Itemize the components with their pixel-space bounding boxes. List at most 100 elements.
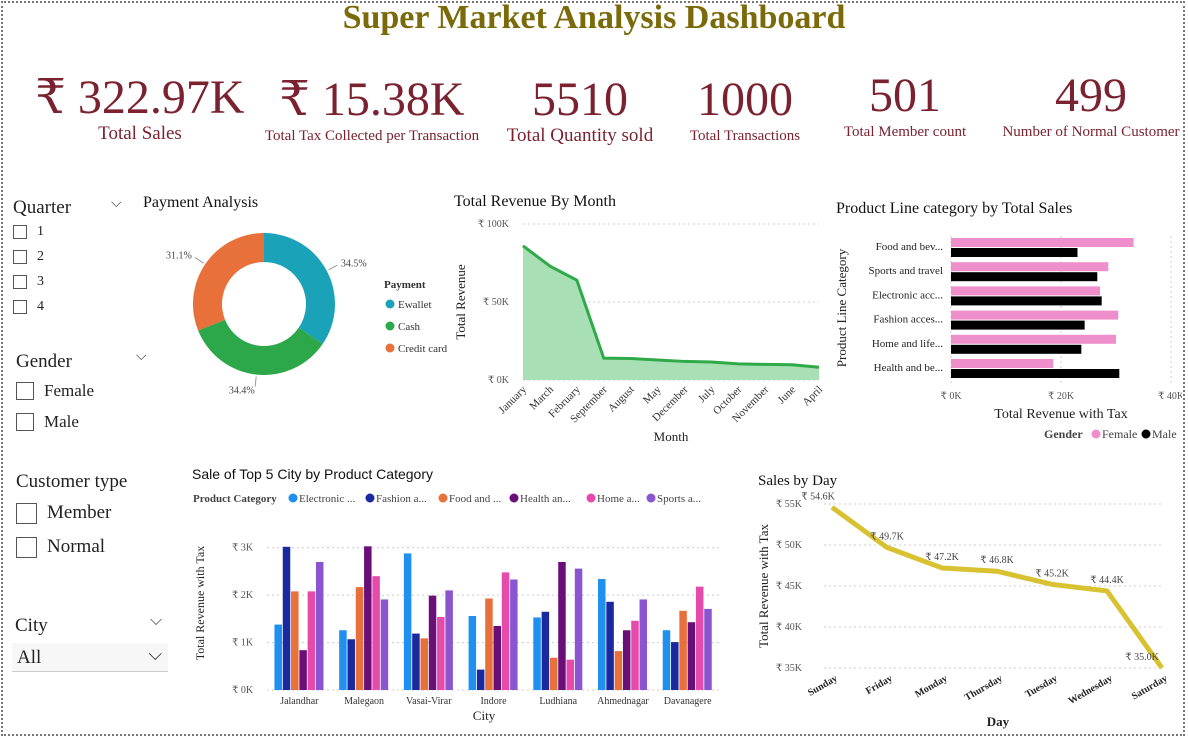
kpi-value: 499 bbox=[1055, 69, 1127, 122]
x-tick-label: Indore bbox=[480, 696, 507, 707]
kpi-total-tax: ₹ 15.38K Total Tax Collected per Transac… bbox=[262, 74, 482, 146]
legend-label: Health an... bbox=[520, 493, 571, 505]
bar bbox=[598, 579, 606, 690]
x-tick-label: Jalandhar bbox=[280, 696, 319, 707]
city-dropdown[interactable]: All ⌵ bbox=[12, 643, 168, 672]
option-label: Normal bbox=[47, 536, 106, 557]
bar bbox=[566, 659, 575, 690]
bar bbox=[951, 296, 1102, 306]
data-label: ₹ 49.7K bbox=[870, 531, 904, 542]
bar bbox=[541, 611, 550, 690]
bar bbox=[339, 630, 347, 690]
quarter-option[interactable]: 1 bbox=[13, 224, 44, 240]
checkbox[interactable] bbox=[16, 413, 34, 431]
data-label: ₹ 47.2K bbox=[925, 552, 959, 563]
y-tick-label: ₹ 50K bbox=[776, 540, 803, 551]
x-tick-label: Friday bbox=[864, 673, 895, 697]
bar bbox=[951, 262, 1109, 272]
bar bbox=[951, 320, 1085, 330]
bar bbox=[558, 561, 566, 690]
x-tick-label: ₹ 0K bbox=[940, 391, 962, 402]
customer-type-option-normal[interactable]: Normal bbox=[16, 536, 105, 558]
bar bbox=[372, 576, 380, 690]
y-axis-title: Total Revenue with Tax bbox=[756, 524, 771, 648]
y-tick-label: ₹ 0K bbox=[488, 375, 510, 386]
checkbox[interactable] bbox=[13, 250, 27, 264]
bar bbox=[614, 651, 623, 690]
legend-title: Gender bbox=[1044, 427, 1083, 441]
kpi-total-sales: ₹ 322.97K Total Sales bbox=[30, 72, 250, 144]
legend-label: Ewallet bbox=[398, 299, 432, 311]
legend-marker bbox=[385, 321, 395, 331]
bar bbox=[355, 587, 364, 690]
bar bbox=[307, 591, 316, 690]
y-tick-label: ₹ 1K bbox=[232, 638, 254, 649]
x-tick-label: April bbox=[800, 384, 825, 409]
x-tick-label: January bbox=[496, 383, 529, 416]
kpi-label: Number of Normal Customer bbox=[1002, 124, 1180, 140]
x-tick-label: ₹ 40K bbox=[1158, 391, 1182, 402]
checkbox[interactable] bbox=[16, 536, 37, 558]
option-label: Member bbox=[47, 502, 112, 523]
y-tick-label: Electronic acc... bbox=[872, 289, 943, 301]
bar bbox=[299, 650, 307, 690]
legend-marker bbox=[1091, 429, 1101, 439]
kpi-total-transactions: 1000 Total Transactions bbox=[670, 74, 820, 146]
bar bbox=[485, 598, 493, 690]
x-tick-label: Monday bbox=[913, 673, 949, 700]
customer-type-slicer-title: Customer type bbox=[16, 471, 128, 492]
kpi-normal-customers: 499 Number of Normal Customer bbox=[996, 70, 1186, 142]
y-axis-title: Total Revenue bbox=[453, 264, 468, 339]
checkbox[interactable] bbox=[13, 275, 27, 289]
gender-option-female[interactable]: Female bbox=[16, 381, 94, 401]
day-line-chart: ₹ 35K ₹ 40K ₹ 45K ₹ 50K ₹ 55K₹ 54.6K ₹ 49.7K ₹… bbox=[756, 491, 1170, 729]
bar bbox=[364, 546, 372, 690]
checkbox[interactable] bbox=[13, 225, 27, 239]
slice-data-label: 34.4% bbox=[229, 386, 255, 397]
kpi-label: Total Transactions bbox=[689, 128, 801, 144]
y-tick-label: Sports and travel bbox=[868, 265, 943, 277]
quarter-option[interactable]: 2 bbox=[13, 249, 44, 265]
bar bbox=[493, 625, 501, 690]
bar bbox=[695, 586, 704, 690]
bar bbox=[631, 620, 639, 690]
y-tick-label: ₹ 50K bbox=[483, 297, 510, 308]
city-slicer-title: City bbox=[15, 615, 48, 636]
chevron-down-icon[interactable]: ⌵ bbox=[150, 612, 162, 630]
legend-label: Home a... bbox=[597, 493, 640, 505]
option-label: 2 bbox=[37, 249, 44, 264]
bar bbox=[315, 561, 324, 690]
gender-slicer-title: Gender bbox=[16, 351, 72, 372]
legend-label: Sports a... bbox=[657, 493, 701, 505]
legend-marker bbox=[385, 343, 395, 353]
slice-data-label: 34.5% bbox=[341, 258, 367, 269]
kpi-member-count: 501 Total Member count bbox=[830, 70, 980, 142]
y-tick-label: Fashion acces... bbox=[873, 314, 943, 326]
option-label: Female bbox=[44, 381, 95, 400]
x-axis-title: Total Revenue with Tax bbox=[994, 407, 1127, 422]
bar bbox=[274, 624, 282, 690]
checkbox[interactable] bbox=[13, 300, 27, 314]
bar bbox=[951, 359, 1054, 368]
legend-label: Male bbox=[1152, 427, 1177, 441]
x-tick-label: Davanagere bbox=[664, 696, 712, 707]
y-tick-label: ₹ 40K bbox=[776, 622, 803, 633]
legend-label: Credit card bbox=[398, 343, 448, 355]
checkbox[interactable] bbox=[16, 502, 37, 524]
bar bbox=[574, 568, 583, 690]
chevron-down-icon[interactable]: ⌵ bbox=[111, 196, 122, 212]
quarter-option[interactable]: 4 bbox=[13, 299, 44, 315]
gender-option-male[interactable]: Male bbox=[16, 412, 79, 432]
customer-type-option-member[interactable]: Member bbox=[16, 502, 111, 524]
legend-label: Fashion a... bbox=[376, 493, 427, 505]
x-tick-label: ₹ 20K bbox=[1048, 391, 1075, 402]
product-line-chart-title: Product Line category by Total Sales bbox=[836, 200, 1073, 217]
data-label: ₹ 44.4K bbox=[1090, 575, 1124, 586]
x-tick-label: Thursday bbox=[963, 673, 1005, 703]
slice-leader-line bbox=[328, 264, 338, 271]
quarter-option[interactable]: 3 bbox=[13, 274, 44, 290]
y-tick-label: Health and be... bbox=[874, 362, 944, 374]
data-label: ₹ 46.8K bbox=[980, 555, 1014, 566]
data-label: ₹ 35.0K bbox=[1125, 652, 1159, 663]
checkbox[interactable] bbox=[16, 382, 34, 400]
